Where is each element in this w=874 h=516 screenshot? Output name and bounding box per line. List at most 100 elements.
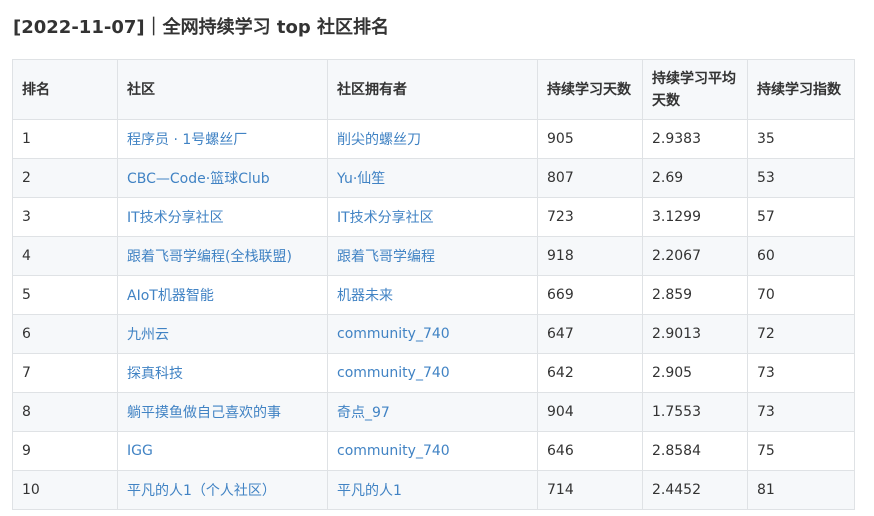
owner-cell: 削尖的螺丝刀 <box>327 119 538 159</box>
community-link[interactable]: 躺平摸鱼做自己喜欢的事 <box>127 405 281 421</box>
table-row: 10 平凡的人1（个人社区） 平凡的人1 714 2.4452 81 <box>12 470 855 510</box>
community-cell: IT技术分享社区 <box>117 197 328 237</box>
table-row: 3 IT技术分享社区 IT技术分享社区 723 3.1299 57 <box>12 197 855 237</box>
community-link[interactable]: IGG <box>127 443 153 459</box>
owner-cell: 奇点_97 <box>327 392 538 432</box>
rank-cell: 2 <box>12 158 118 198</box>
owner-link[interactable]: community_740 <box>337 443 450 459</box>
rank-cell: 7 <box>12 353 118 393</box>
rank-cell: 8 <box>12 392 118 432</box>
days-cell: 905 <box>537 119 643 159</box>
avg-days-cell: 2.69 <box>642 158 748 198</box>
header-avg-days: 持续学习平均天数 <box>642 59 748 120</box>
avg-days-cell: 2.9383 <box>642 119 748 159</box>
table-row: 5 AIoT机器智能 机器未来 669 2.859 70 <box>12 275 855 315</box>
header-days: 持续学习天数 <box>537 59 643 120</box>
owner-link[interactable]: community_740 <box>337 365 450 381</box>
community-link[interactable]: 探真科技 <box>127 366 183 382</box>
index-cell: 75 <box>747 431 855 471</box>
avg-days-cell: 2.859 <box>642 275 748 315</box>
community-cell: 平凡的人1（个人社区） <box>117 470 328 510</box>
avg-days-cell: 2.4452 <box>642 470 748 510</box>
index-cell: 73 <box>747 353 855 393</box>
owner-cell: community_740 <box>327 314 538 354</box>
community-cell: 程序员 · 1号螺丝厂 <box>117 119 328 159</box>
index-cell: 72 <box>747 314 855 354</box>
table-row: 6 九州云 community_740 647 2.9013 72 <box>12 314 855 354</box>
community-link[interactable]: IT技术分享社区 <box>127 210 224 226</box>
table-header-row: 排名 社区 社区拥有者 持续学习天数 持续学习平均天数 持续学习指数 <box>12 59 855 120</box>
community-cell: AIoT机器智能 <box>117 275 328 315</box>
avg-days-cell: 2.2067 <box>642 236 748 276</box>
avg-days-cell: 2.905 <box>642 353 748 393</box>
header-index: 持续学习指数 <box>747 59 855 120</box>
community-link[interactable]: 跟着飞哥学编程(全栈联盟) <box>127 249 292 265</box>
community-cell: 跟着飞哥学编程(全栈联盟) <box>117 236 328 276</box>
index-cell: 60 <box>747 236 855 276</box>
community-link[interactable]: AIoT机器智能 <box>127 288 214 304</box>
rank-cell: 10 <box>12 470 118 510</box>
table-row: 9 IGG community_740 646 2.8584 75 <box>12 431 855 471</box>
community-link[interactable]: 九州云 <box>127 327 169 343</box>
index-cell: 81 <box>747 470 855 510</box>
owner-cell: community_740 <box>327 431 538 471</box>
community-cell: 探真科技 <box>117 353 328 393</box>
ranking-table: 排名 社区 社区拥有者 持续学习天数 持续学习平均天数 持续学习指数 1 程序员… <box>12 59 855 510</box>
days-cell: 647 <box>537 314 643 354</box>
rank-cell: 4 <box>12 236 118 276</box>
community-cell: CBC—Code·篮球Club <box>117 158 328 198</box>
avg-days-cell: 2.8584 <box>642 431 748 471</box>
days-cell: 918 <box>537 236 643 276</box>
days-cell: 723 <box>537 197 643 237</box>
days-cell: 807 <box>537 158 643 198</box>
table-row: 4 跟着飞哥学编程(全栈联盟) 跟着飞哥学编程 918 2.2067 60 <box>12 236 855 276</box>
community-cell: IGG <box>117 431 328 471</box>
owner-link[interactable]: 跟着飞哥学编程 <box>337 249 435 265</box>
index-cell: 35 <box>747 119 855 159</box>
owner-link[interactable]: 削尖的螺丝刀 <box>337 132 421 148</box>
header-community: 社区 <box>117 59 328 120</box>
owner-cell: IT技术分享社区 <box>327 197 538 237</box>
days-cell: 904 <box>537 392 643 432</box>
days-cell: 669 <box>537 275 643 315</box>
table-row: 7 探真科技 community_740 642 2.905 73 <box>12 353 855 393</box>
index-cell: 70 <box>747 275 855 315</box>
community-link[interactable]: CBC—Code·篮球Club <box>127 171 270 187</box>
community-link[interactable]: 平凡的人1（个人社区） <box>127 483 276 499</box>
community-cell: 躺平摸鱼做自己喜欢的事 <box>117 392 328 432</box>
days-cell: 646 <box>537 431 643 471</box>
owner-link[interactable]: community_740 <box>337 326 450 342</box>
owner-cell: Yu·仙笙 <box>327 158 538 198</box>
community-cell: 九州云 <box>117 314 328 354</box>
table-row: 2 CBC—Code·篮球Club Yu·仙笙 807 2.69 53 <box>12 158 855 198</box>
owner-cell: 平凡的人1 <box>327 470 538 510</box>
owner-link[interactable]: Yu·仙笙 <box>337 171 385 187</box>
avg-days-cell: 2.9013 <box>642 314 748 354</box>
rank-cell: 1 <box>12 119 118 159</box>
owner-cell: community_740 <box>327 353 538 393</box>
table-row: 8 躺平摸鱼做自己喜欢的事 奇点_97 904 1.7553 73 <box>12 392 855 432</box>
index-cell: 73 <box>747 392 855 432</box>
community-link[interactable]: 程序员 · 1号螺丝厂 <box>127 132 247 148</box>
owner-link[interactable]: 机器未来 <box>337 288 393 304</box>
index-cell: 53 <box>747 158 855 198</box>
rank-cell: 5 <box>12 275 118 315</box>
days-cell: 642 <box>537 353 643 393</box>
owner-link[interactable]: IT技术分享社区 <box>337 210 434 226</box>
page-title: [2022-11-07]｜全网持续学习 top 社区排名 <box>13 17 389 38</box>
owner-cell: 跟着飞哥学编程 <box>327 236 538 276</box>
avg-days-cell: 1.7553 <box>642 392 748 432</box>
rank-cell: 3 <box>12 197 118 237</box>
table-row: 1 程序员 · 1号螺丝厂 削尖的螺丝刀 905 2.9383 35 <box>12 119 855 159</box>
index-cell: 57 <box>747 197 855 237</box>
header-owner: 社区拥有者 <box>327 59 538 120</box>
avg-days-cell: 3.1299 <box>642 197 748 237</box>
ranking-table-container: 排名 社区 社区拥有者 持续学习天数 持续学习平均天数 持续学习指数 1 程序员… <box>12 59 855 510</box>
header-rank: 排名 <box>12 59 118 120</box>
rank-cell: 6 <box>12 314 118 354</box>
owner-cell: 机器未来 <box>327 275 538 315</box>
owner-link[interactable]: 奇点_97 <box>337 405 390 421</box>
days-cell: 714 <box>537 470 643 510</box>
page: [2022-11-07]｜全网持续学习 top 社区排名 排名 社区 社区拥有者… <box>0 0 874 516</box>
owner-link[interactable]: 平凡的人1 <box>337 483 402 499</box>
